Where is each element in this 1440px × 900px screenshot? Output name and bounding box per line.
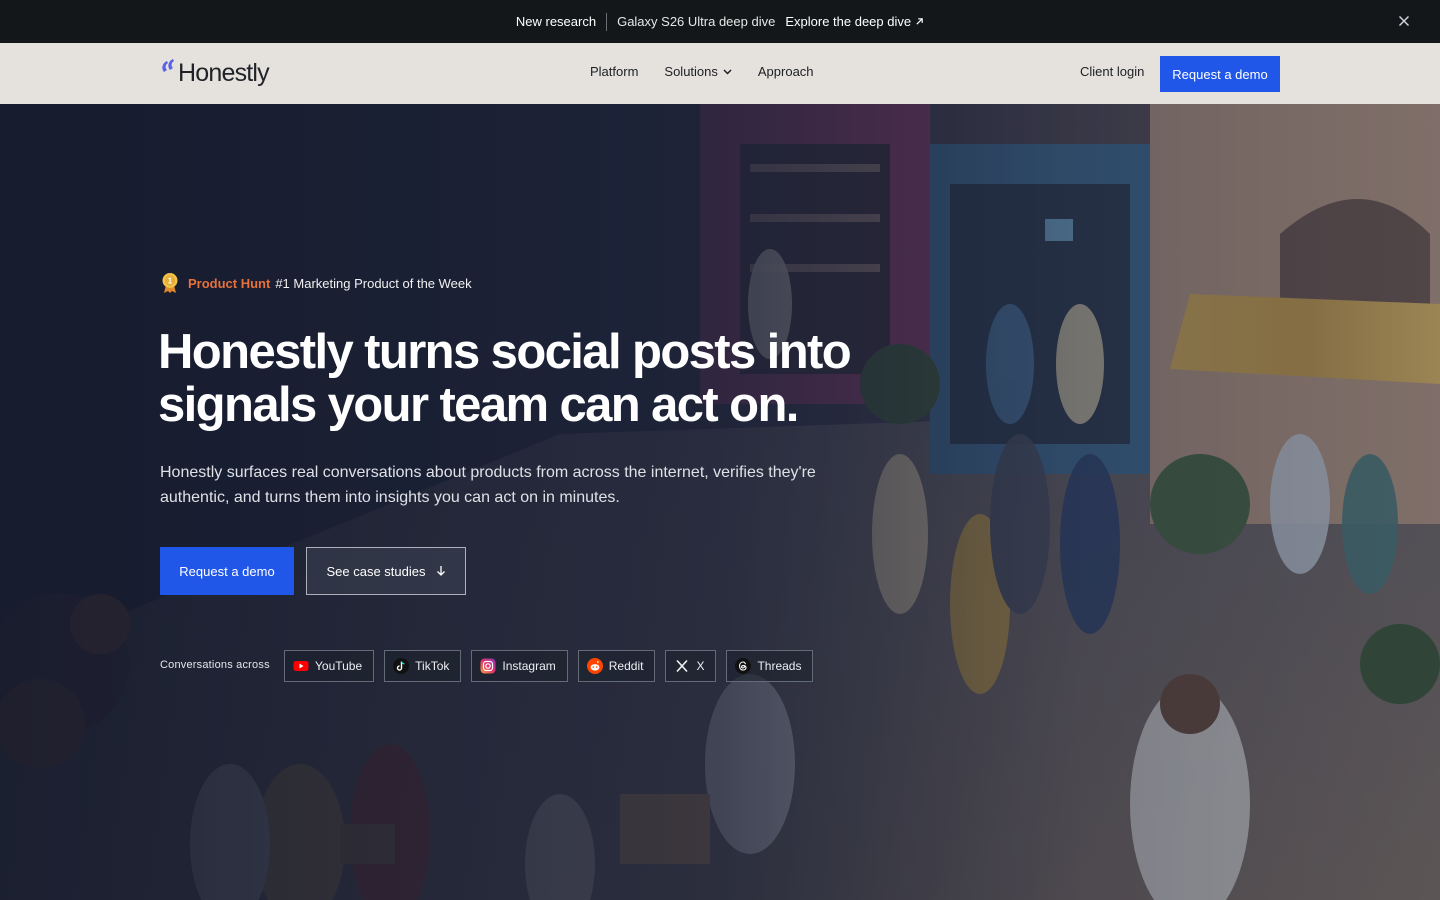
announcement-bar: New research Galaxy S26 Ultra deep dive … (0, 0, 1440, 43)
platform-chip-tiktok: TikTok (384, 650, 462, 682)
arrow-down-icon (436, 566, 445, 576)
see-case-studies-button[interactable]: See case studies (306, 547, 466, 595)
nav-link-solutions-label: Solutions (664, 64, 718, 79)
top-nav: Honestly Platform Solutions Approach Cli… (0, 43, 1440, 104)
platform-label: X (696, 659, 705, 673)
announcement-link-label: Explore the deep dive (785, 14, 912, 29)
announcement-link[interactable]: Explore the deep dive (785, 14, 924, 29)
platform-chip-youtube: YouTube (284, 650, 375, 682)
announcement-divider (606, 12, 608, 31)
hero-request-demo-button[interactable]: Request a demo (160, 547, 294, 595)
tiktok-icon (393, 658, 410, 674)
platform-chip-x: X (665, 650, 717, 682)
platform-chip-reddit: Reddit (577, 650, 656, 682)
medal-icon: 1 (162, 273, 178, 293)
arrow-up-right-icon (916, 18, 923, 25)
platform-label: Instagram (502, 659, 556, 673)
platform-label: Threads (757, 659, 802, 673)
platform-label: YouTube (315, 659, 363, 673)
hero-subtitle: Honestly surfaces real conversations abo… (160, 464, 816, 506)
youtube-icon (293, 661, 309, 671)
platform-label: TikTok (415, 659, 450, 673)
platform-chip-threads: Threads (726, 650, 814, 682)
announcement-headline: Galaxy S26 Ultra deep dive (617, 14, 776, 29)
threads-icon (735, 658, 752, 674)
nav-link-solutions[interactable]: Solutions (664, 64, 732, 79)
product-hunt-label: Product Hunt (188, 275, 271, 291)
logo-wordmark: Honestly (178, 59, 270, 87)
product-hunt-badge: 1 Product Hunt #1 Marketing Product of t… (160, 272, 472, 294)
nav-link-platform[interactable]: Platform (590, 64, 638, 79)
platform-chip-instagram: Instagram (471, 650, 568, 682)
instagram-icon (480, 658, 496, 674)
chevron-down-icon (723, 68, 732, 75)
hero-title: Honestly turns social posts into signals… (158, 325, 852, 432)
logo-mark-icon (162, 59, 174, 72)
svg-text:1: 1 (168, 277, 173, 286)
nav-request-demo-button[interactable]: Request a demo (1160, 56, 1280, 92)
reddit-icon (586, 658, 603, 674)
conversations-label: Conversations across (160, 659, 270, 671)
see-case-studies-label: See case studies (326, 563, 426, 579)
platform-label: Reddit (608, 659, 644, 673)
logo[interactable]: Honestly (160, 58, 270, 88)
platform-list: YouTube TikTok Instagram Reddit X Thread… (284, 650, 823, 682)
award-text: #1 Marketing Product of the Week (275, 275, 472, 291)
nav-links: Platform Solutions Approach (590, 64, 814, 79)
client-login-link[interactable]: Client login (1080, 64, 1144, 79)
x-icon (676, 659, 689, 673)
close-icon[interactable] (1396, 13, 1412, 29)
announcement-tag: New research (515, 14, 597, 29)
nav-link-approach[interactable]: Approach (758, 64, 814, 79)
